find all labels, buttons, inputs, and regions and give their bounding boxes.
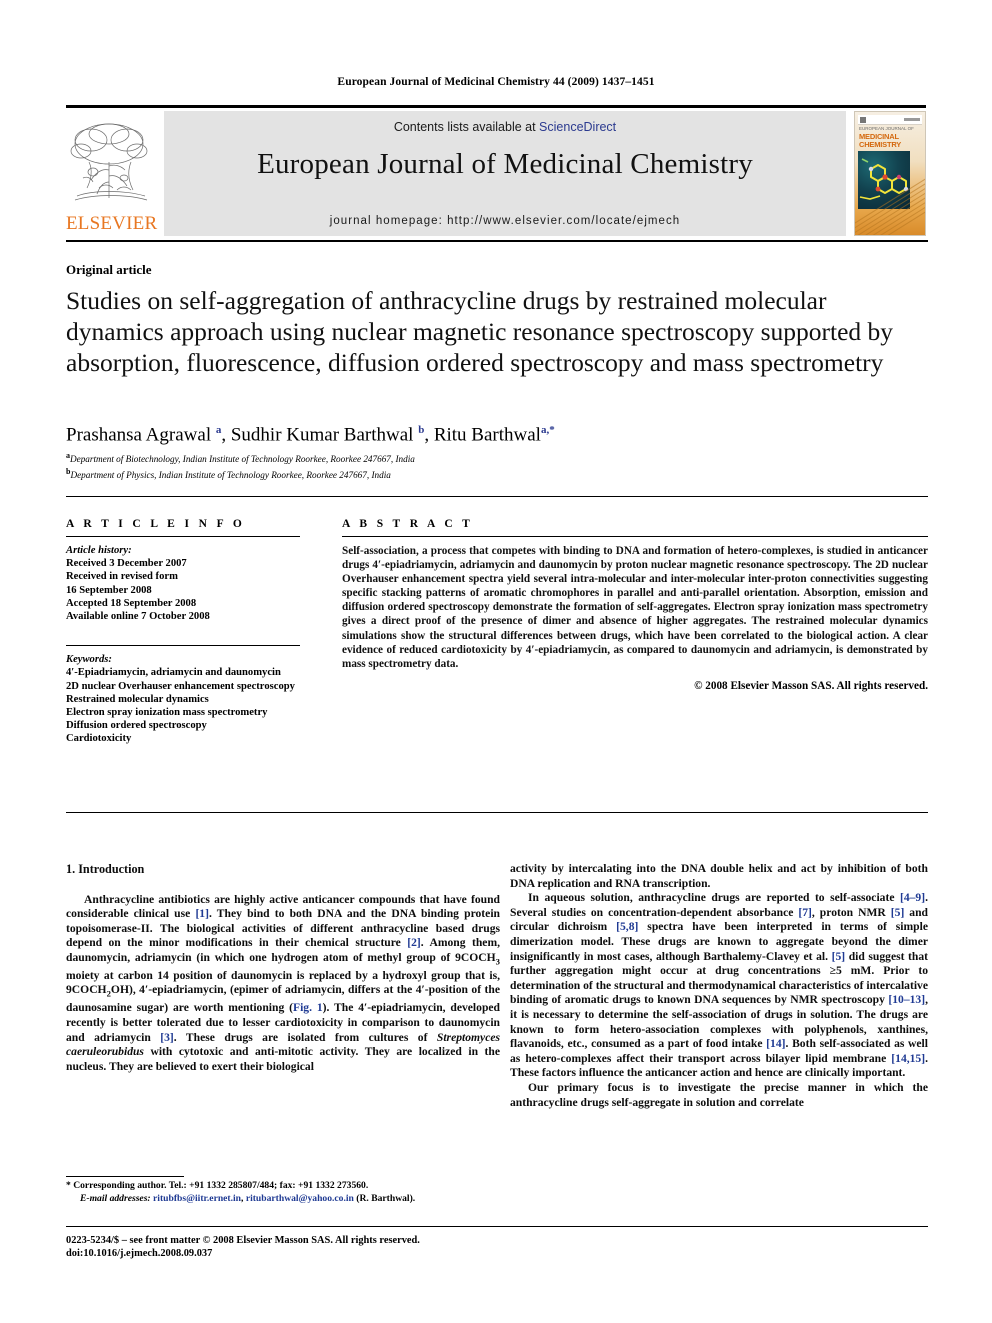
- contents-prefix: Contents lists available at: [393, 120, 540, 134]
- elsevier-tree-icon: [69, 118, 153, 206]
- footer-front-matter: 0223-5234/$ – see front matter © 2008 El…: [66, 1235, 420, 1246]
- affiliation-text: Department of Physics, Indian Institute …: [70, 469, 391, 480]
- abstract-copyright: © 2008 Elsevier Masson SAS. All rights r…: [694, 679, 928, 692]
- paragraph: activity by intercalating into the DNA d…: [510, 862, 928, 890]
- paragraph: In aqueous solution, anthracycline drugs…: [510, 891, 928, 1080]
- email-label: E-mail addresses:: [80, 1192, 151, 1204]
- article-history-label: Article history:: [66, 545, 132, 556]
- corresponding-author-note: * Corresponding author. Tel.: +91 1332 2…: [66, 1180, 369, 1191]
- journal-title: European Journal of Medicinal Chemistry: [257, 148, 753, 180]
- abstract-heading: A B S T R A C T: [342, 518, 474, 530]
- journal-cover-thumbnail: EUROPEAN JOURNAL OF MEDICINAL CHEMISTRY: [854, 111, 926, 236]
- figure-ref[interactable]: Fig. 1: [293, 1001, 323, 1014]
- citation-ref[interactable]: [2]: [407, 936, 421, 949]
- footnote-rule: [66, 1176, 184, 1177]
- elsevier-logo: ELSEVIER: [66, 111, 158, 236]
- cover-journal-name-line2: CHEMISTRY: [859, 140, 902, 149]
- citation-ref[interactable]: [3]: [160, 1031, 174, 1044]
- running-head: European Journal of Medicinal Chemistry …: [337, 76, 655, 88]
- abstract-text: Self-association, a process that compete…: [342, 545, 928, 670]
- keyword-item: Electron spray ionization mass spectrome…: [66, 707, 268, 719]
- footer-block: 0223-5234/$ – see front matter © 2008 El…: [66, 1234, 626, 1260]
- keyword-item: Cardiotoxicity: [66, 733, 132, 745]
- page-title: Studies on self-aggregation of anthracyc…: [66, 286, 894, 377]
- email-suffix: (R. Barthwal).: [353, 1192, 416, 1204]
- citation-ref[interactable]: [5]: [891, 906, 905, 919]
- citation-ref[interactable]: [5]: [832, 950, 846, 963]
- cover-mark-left-icon: [860, 117, 866, 123]
- abstract-bottom-rule: [66, 812, 928, 813]
- article-type-kicker: Original article: [66, 262, 152, 277]
- cover-mark-right-icon: [904, 118, 920, 121]
- keywords-block: Keywords: 4′-Epiadriamycin, adriamycin a…: [66, 653, 300, 745]
- footer-doi[interactable]: doi:10.1016/j.ejmech.2008.09.037: [66, 1247, 626, 1260]
- elsevier-wordmark: ELSEVIER: [66, 213, 158, 234]
- keyword-item: 2D nuclear Overhauser enhancement spectr…: [66, 680, 295, 692]
- journal-homepage-link[interactable]: journal homepage: http://www.elsevier.co…: [164, 215, 846, 227]
- citation-ref[interactable]: [7]: [798, 906, 812, 919]
- paragraph: Anthracycline antibiotics are highly act…: [66, 892, 500, 1073]
- article-info-block: A R T I C L E I N F O Article history: R…: [66, 518, 300, 746]
- paragraph: Our primary focus is to investigate the …: [510, 1080, 928, 1109]
- citation-ref[interactable]: [10–13]: [888, 993, 925, 1006]
- contents-available-line: Contents lists available at ScienceDirec…: [164, 120, 846, 134]
- affiliation-item: aDepartment of Biotechnology, Indian Ins…: [66, 450, 928, 466]
- species-name: Streptomyces caeruleorubidus: [66, 1030, 500, 1059]
- keyword-item: Diffusion ordered spectroscopy: [66, 720, 207, 732]
- masthead-bottom-rule: [66, 240, 928, 242]
- article-info-rule: [66, 536, 300, 537]
- footer-rule: [66, 1226, 928, 1227]
- email-link-secondary[interactable]: ritubarthwal@yahoo.co.in: [246, 1193, 354, 1204]
- keyword-item: Restrained molecular dynamics: [66, 693, 209, 705]
- journal-masthead: ELSEVIER Contents lists available at Sci…: [66, 105, 926, 236]
- article-history: Article history: Received 3 December 200…: [66, 544, 300, 623]
- keywords-label: Keywords:: [66, 654, 112, 666]
- author-list: Prashansa Agrawal a, Sudhir Kumar Barthw…: [66, 424, 555, 446]
- email-line: E-mail addresses: ritubfbs@iitr.ernet.in…: [66, 1193, 500, 1206]
- affiliation-list: aDepartment of Biotechnology, Indian Ins…: [66, 450, 928, 481]
- citation-ref[interactable]: [4–9]: [900, 891, 925, 904]
- journal-band: Contents lists available at ScienceDirec…: [164, 111, 846, 236]
- sciencedirect-link[interactable]: ScienceDirect: [539, 120, 616, 134]
- keywords-rule: [66, 645, 300, 647]
- citation-ref[interactable]: [14,15]: [891, 1052, 925, 1065]
- citation-ref[interactable]: [14]: [766, 1037, 785, 1050]
- cover-journal-name: MEDICINAL CHEMISTRY: [859, 133, 901, 149]
- keyword-item: 4′-Epiadriamycin, adriamycin and daunomy…: [66, 667, 281, 679]
- article-info-heading: A R T I C L E I N F O: [66, 518, 246, 530]
- article-history-item: Received 3 December 2007: [66, 558, 187, 570]
- email-link-primary[interactable]: ritubfbs@iitr.ernet.in: [153, 1193, 241, 1204]
- article-page: European Journal of Medicinal Chemistry …: [0, 0, 992, 1323]
- article-history-item: Available online 7 October 2008: [66, 611, 210, 623]
- article-history-item: 16 September 2008: [66, 584, 152, 596]
- article-history-item: Received in revised form: [66, 571, 178, 583]
- abstract-rule: [342, 536, 928, 537]
- affiliation-text: Department of Biotechnology, Indian Inst…: [70, 454, 415, 465]
- article-history-item: Accepted 18 September 2008: [66, 597, 197, 609]
- citation-ref[interactable]: [5,8]: [616, 920, 638, 933]
- section-heading-introduction: 1. Introduction: [66, 862, 145, 876]
- affiliation-item: bDepartment of Physics, Indian Institute…: [66, 466, 928, 482]
- body-column-right: activity by intercalating into the DNA d…: [510, 862, 928, 1110]
- body-column-left: 1. Introduction Anthracycline antibiotic…: [66, 862, 500, 1074]
- abstract-block: A B S T R A C T Self-association, a proc…: [342, 518, 928, 692]
- footnote-block: * Corresponding author. Tel.: +91 1332 2…: [66, 1180, 500, 1205]
- citation-ref[interactable]: [1]: [195, 907, 209, 920]
- title-block-rule: [66, 496, 928, 497]
- cover-overline: EUROPEAN JOURNAL OF: [859, 126, 914, 131]
